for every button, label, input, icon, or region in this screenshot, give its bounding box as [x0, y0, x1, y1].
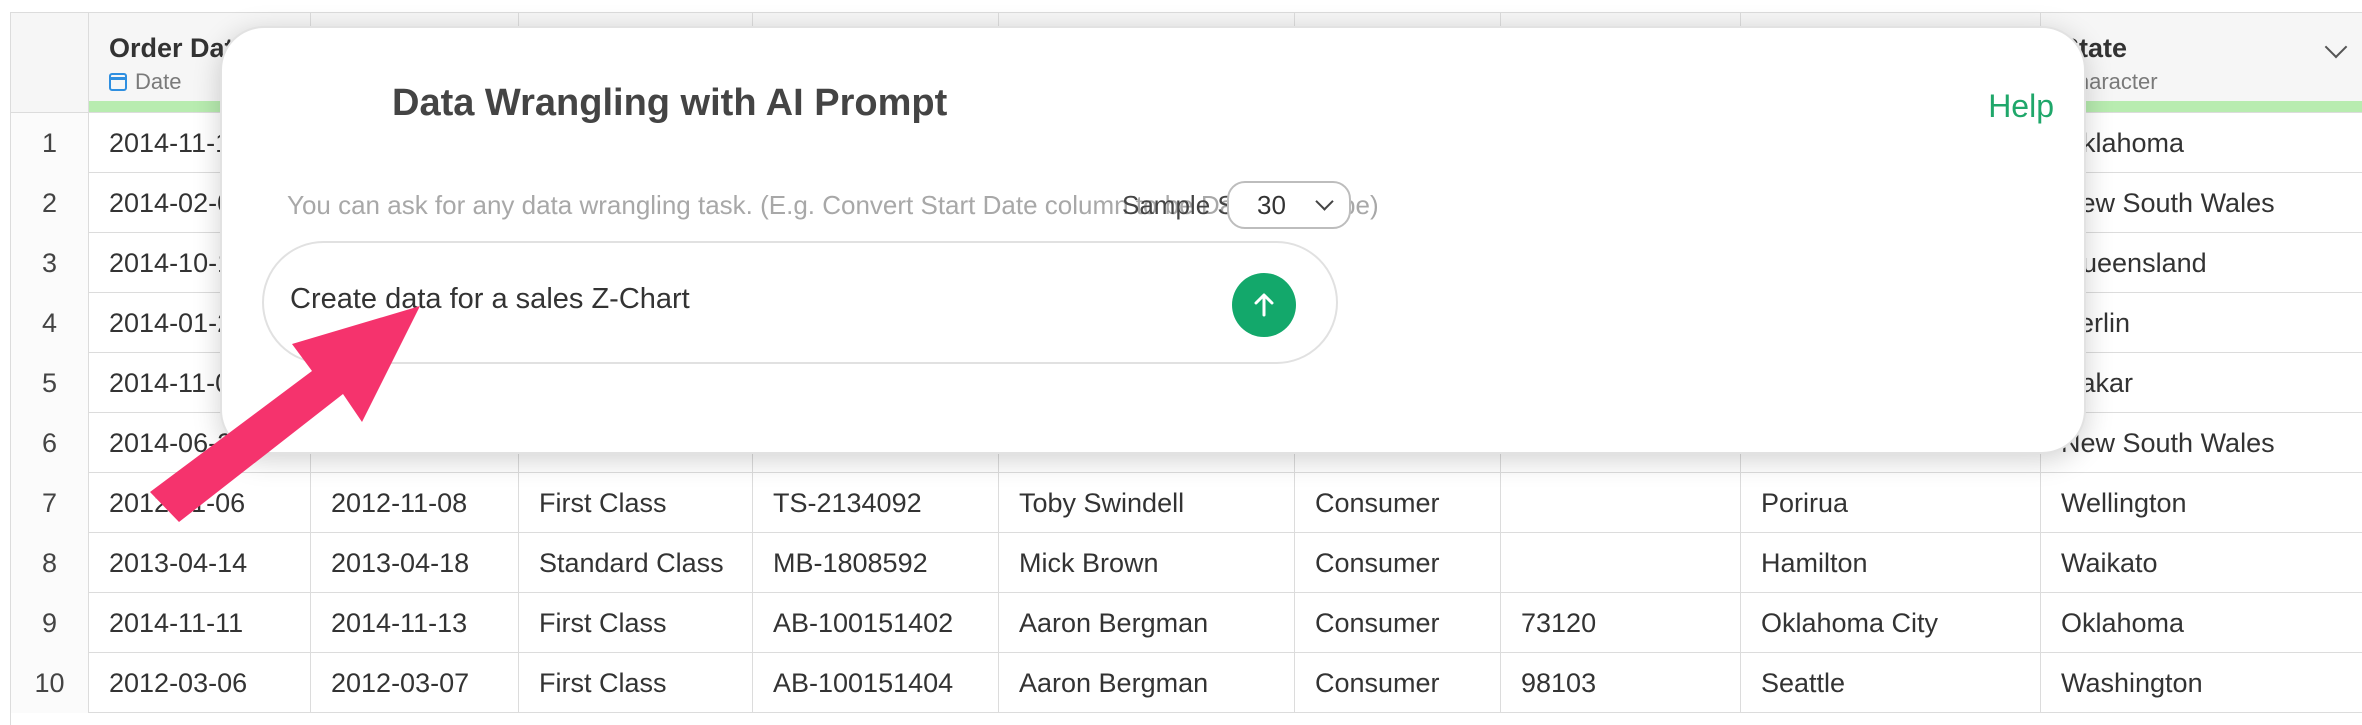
table-cell[interactable]: 2014-11-11 — [89, 593, 311, 653]
table-cell[interactable]: 2013-04-18 — [311, 533, 519, 593]
row-number: 2 — [11, 173, 89, 233]
row-number: 5 — [11, 353, 89, 413]
column-header[interactable]: State Character — [2041, 13, 2362, 113]
table-cell[interactable]: Aaron Bergman — [999, 593, 1295, 653]
table-cell[interactable] — [1501, 533, 1741, 593]
table-cell[interactable]: 2012-03-07 — [311, 653, 519, 713]
table-cell[interactable]: Standard Class — [519, 533, 753, 593]
prompt-input[interactable]: Create data for a sales Z-Chart — [262, 241, 1338, 364]
table-cell[interactable]: 2012-11-08 — [311, 473, 519, 533]
table-cell[interactable]: Consumer — [1295, 653, 1501, 713]
table-cell[interactable]: 73120 — [1501, 593, 1741, 653]
table-cell[interactable]: Aaron Bergman — [999, 653, 1295, 713]
table-cell[interactable]: Consumer — [1295, 593, 1501, 653]
table-cell[interactable]: New South Wales — [2041, 413, 2362, 473]
sample-size-value: 30 — [1257, 190, 1286, 220]
table-cell[interactable]: AB-100151404 — [753, 653, 999, 713]
table-cell[interactable]: Hamilton — [1741, 533, 2041, 593]
table-cell[interactable]: 2012-11-06 — [89, 473, 311, 533]
row-number: 6 — [11, 413, 89, 473]
table-cell[interactable]: Toby Swindell — [999, 473, 1295, 533]
sample-size-select[interactable]: 30 — [1227, 181, 1351, 229]
table-cell[interactable]: Berlin — [2041, 293, 2362, 353]
table-cell[interactable]: TS-2134092 — [753, 473, 999, 533]
header-corner — [11, 13, 89, 113]
table-cell[interactable] — [1501, 473, 1741, 533]
table-cell[interactable]: Dakar — [2041, 353, 2362, 413]
row-number: 9 — [11, 593, 89, 653]
table-cell[interactable]: Oklahoma — [2041, 593, 2362, 653]
table-cell[interactable]: Seattle — [1741, 653, 2041, 713]
ai-prompt-dialog: Data Wrangling with AI Prompt Help You c… — [220, 26, 2086, 454]
table-cell[interactable]: Washington — [2041, 653, 2362, 713]
table-cell[interactable]: First Class — [519, 473, 753, 533]
dialog-title: Data Wrangling with AI Prompt — [392, 82, 948, 124]
table-cell[interactable]: Waikato — [2041, 533, 2362, 593]
table-cell[interactable]: Wellington — [2041, 473, 2362, 533]
help-link[interactable]: Help — [1988, 88, 2054, 125]
send-button[interactable] — [1232, 273, 1296, 337]
table-cell[interactable]: Oklahoma — [2041, 113, 2362, 173]
row-number: 10 — [11, 653, 89, 713]
table-cell[interactable]: Queensland — [2041, 233, 2362, 293]
arrow-up-icon — [1254, 293, 1274, 317]
table-cell[interactable]: Oklahoma City — [1741, 593, 2041, 653]
table-cell[interactable]: 2014-11-13 — [311, 593, 519, 653]
prompt-input-text: Create data for a sales Z-Chart — [290, 283, 690, 315]
row-number: 4 — [11, 293, 89, 353]
table-cell[interactable]: New South Wales — [2041, 173, 2362, 233]
table-cell[interactable]: Mick Brown — [999, 533, 1295, 593]
row-number: 3 — [11, 233, 89, 293]
table-row: 10 2012-03-06 2012-03-07 First Class AB-1001… — [11, 653, 2362, 713]
table-cell[interactable]: 98103 — [1501, 653, 1741, 713]
column-type-label: Date — [135, 69, 182, 94]
calendar-icon — [109, 73, 127, 91]
table-cell[interactable]: 2013-04-14 — [89, 533, 311, 593]
chevron-down-icon — [1315, 192, 1334, 211]
table-cell[interactable]: Consumer — [1295, 473, 1501, 533]
row-number: 7 — [11, 473, 89, 533]
row-number: 8 — [11, 533, 89, 593]
table-cell[interactable]: First Class — [519, 653, 753, 713]
table-row: 9 2014-11-11 2014-11-13 First Class AB-10015… — [11, 593, 2362, 653]
column-quality-bar — [2041, 101, 2362, 112]
table-cell[interactable]: First Class — [519, 593, 753, 653]
column-type: Date — [109, 69, 181, 95]
row-number: 1 — [11, 113, 89, 173]
table-cell[interactable]: 2012-03-06 — [89, 653, 311, 713]
chevron-down-icon[interactable] — [2324, 35, 2348, 59]
table-cell[interactable]: AB-100151402 — [753, 593, 999, 653]
table-cell[interactable]: Consumer — [1295, 533, 1501, 593]
table-cell[interactable]: MB-1808592 — [753, 533, 999, 593]
table-row: 8 2013-04-14 2013-04-18 Standard Class MB-18… — [11, 533, 2362, 593]
table-row: 7 2012-11-06 2012-11-08 First Class TS-21340… — [11, 473, 2362, 533]
table-cell[interactable]: Porirua — [1741, 473, 2041, 533]
